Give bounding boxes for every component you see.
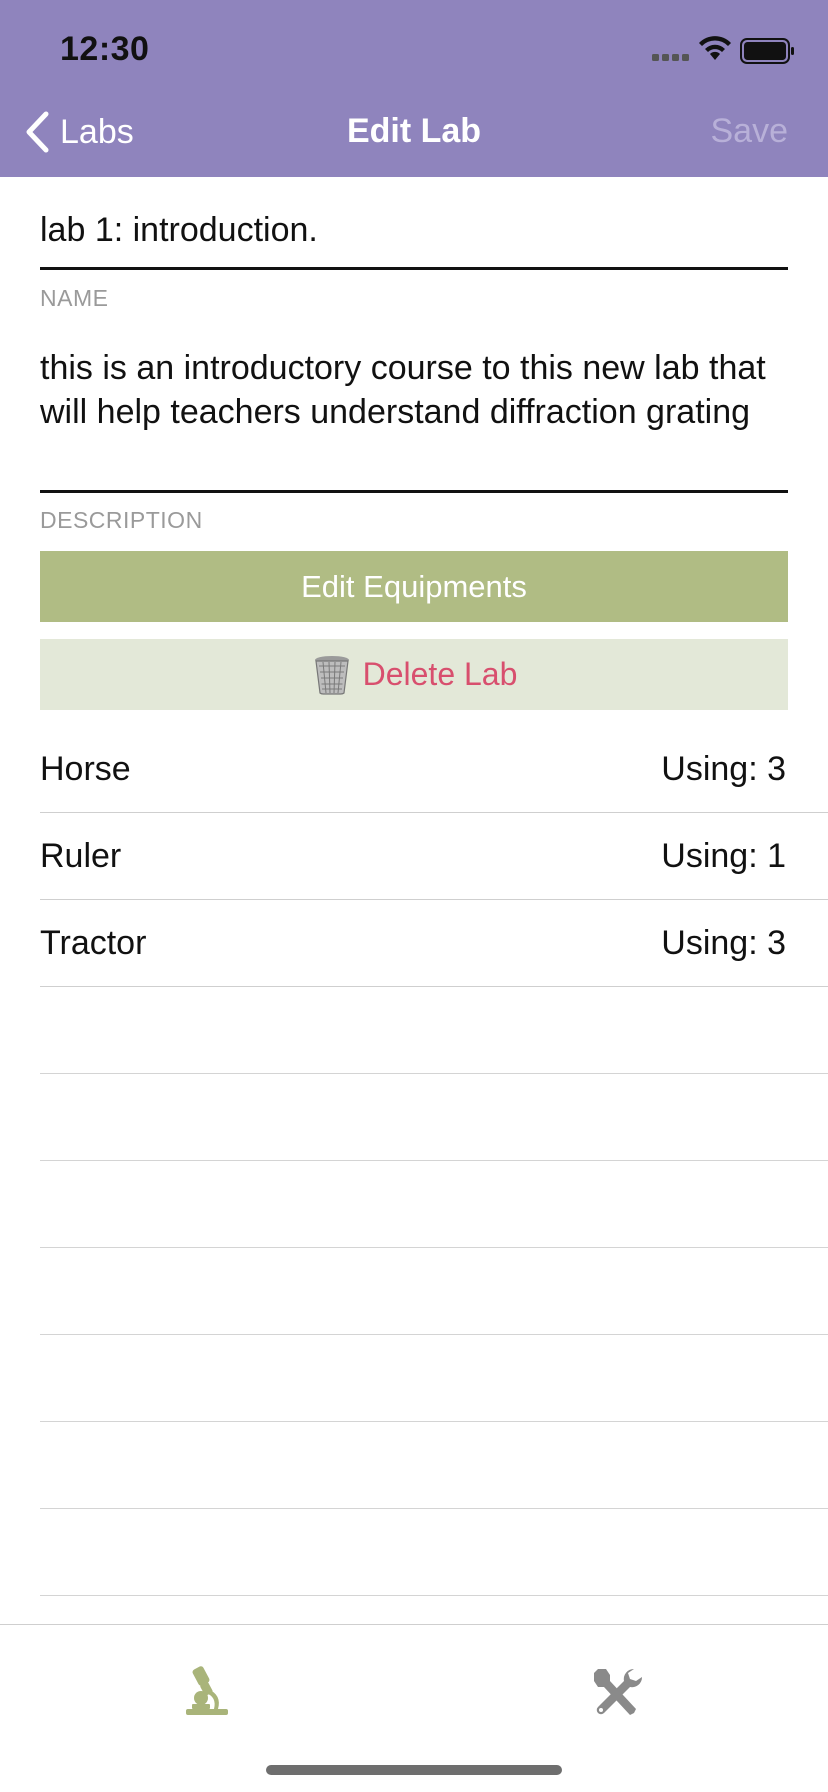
description-field[interactable]: this is an introductory course to this n… — [40, 346, 788, 434]
equipment-count: Using: 3 — [661, 923, 786, 962]
empty-row-separator — [40, 1595, 828, 1596]
empty-row-separator — [40, 1247, 828, 1248]
delete-lab-button[interactable]: Delete Lab — [40, 639, 788, 710]
empty-row-separator — [40, 1421, 828, 1422]
home-indicator — [266, 1765, 562, 1775]
empty-row-separator — [40, 1508, 828, 1509]
name-field-underline — [40, 267, 788, 270]
edit-equipments-button[interactable]: Edit Equipments — [40, 551, 788, 622]
save-button[interactable]: Save — [711, 112, 789, 151]
name-label: NAME — [40, 285, 109, 311]
description-label: DESCRIPTION — [40, 507, 203, 533]
equipment-name: Horse — [40, 749, 131, 788]
description-field-underline — [40, 490, 788, 493]
status-time: 12:30 — [60, 30, 150, 68]
delete-lab-label: Delete Lab — [362, 656, 518, 692]
equipment-row[interactable]: Tractor Using: 3 — [40, 900, 828, 987]
name-field[interactable]: lab 1: introduction. — [40, 208, 788, 252]
edit-equipments-label: Edit Equipments — [301, 568, 527, 604]
equipment-name: Ruler — [40, 836, 122, 875]
equipment-name: Tractor — [40, 923, 147, 962]
microscope-icon[interactable] — [184, 1665, 230, 1717]
wifi-icon — [699, 36, 731, 60]
cellular-signal-icon — [652, 54, 689, 61]
page-title: Edit Lab — [346, 112, 482, 150]
equipment-row[interactable]: Horse Using: 3 — [40, 726, 828, 813]
trash-can-icon — [314, 655, 349, 695]
equipment-count: Using: 1 — [661, 836, 786, 875]
empty-row-separator — [40, 1160, 828, 1161]
empty-row-separator — [40, 1334, 828, 1335]
empty-row-separator — [40, 1073, 828, 1074]
equipment-row[interactable]: Ruler Using: 1 — [40, 813, 828, 900]
tools-icon[interactable] — [590, 1665, 646, 1721]
equipment-count: Using: 3 — [661, 749, 786, 788]
navigation-header: 12:30 Labs Edit Lab Save — [0, 0, 828, 177]
battery-icon — [740, 38, 794, 64]
edit-lab-screen: 12:30 Labs Edit Lab Save lab 1: introduc… — [0, 0, 828, 1792]
